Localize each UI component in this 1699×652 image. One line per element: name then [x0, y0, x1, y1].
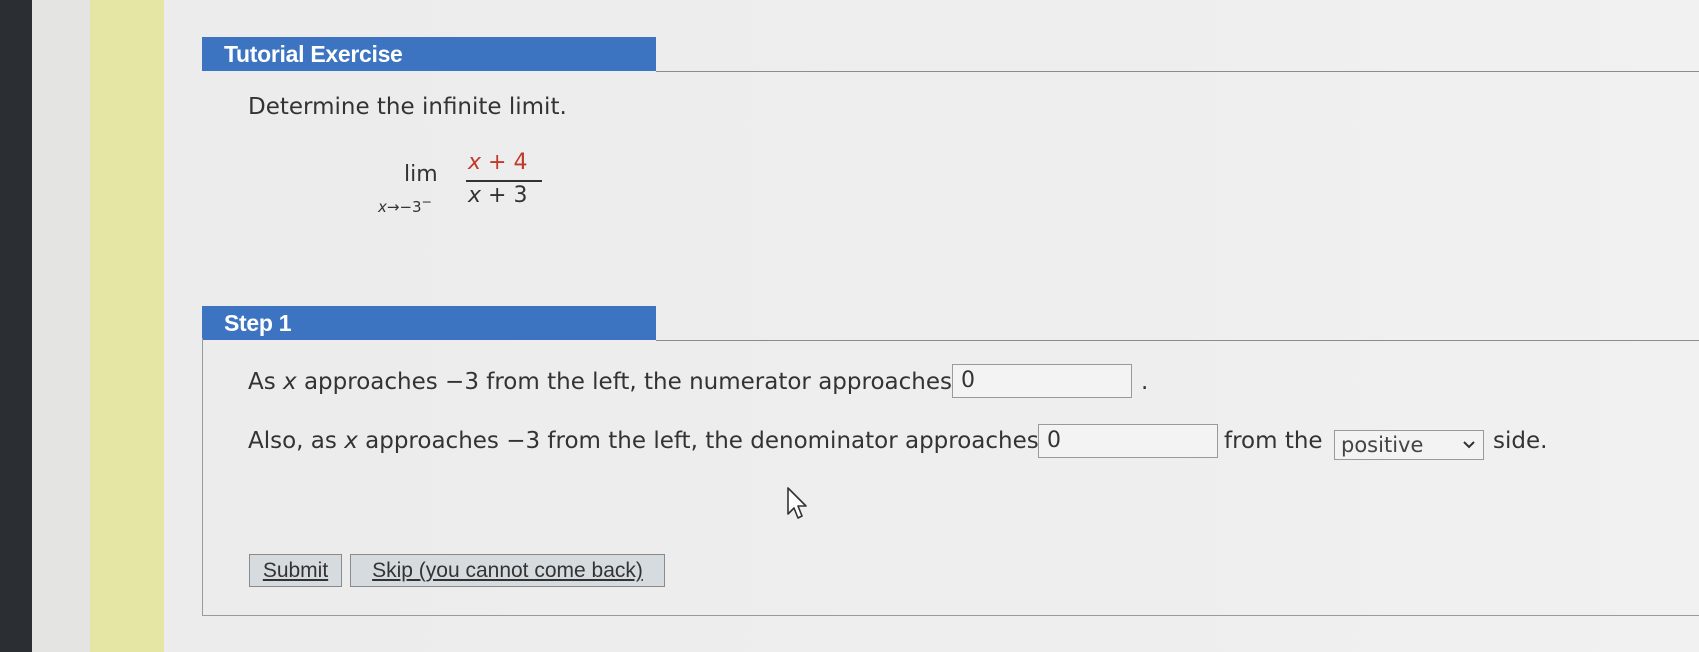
submit-button[interactable]: Submit: [249, 554, 342, 587]
fraction-numerator: x + 4: [468, 150, 528, 175]
left-gray-strip: [32, 0, 90, 652]
lim-subscript: x→−3−: [378, 194, 433, 216]
fraction-denominator: x + 3: [468, 183, 528, 208]
step1-header: Step 1: [202, 306, 656, 340]
line2-from-the: from the: [1224, 428, 1323, 454]
side-select[interactable]: positive: [1334, 430, 1484, 460]
chevron-down-icon: [1461, 431, 1477, 468]
fraction-bar: [466, 180, 542, 182]
tutorial-exercise-title: Tutorial Exercise: [224, 41, 403, 67]
step1-line1-text: As x approaches −3 from the left, the nu…: [248, 369, 952, 395]
line1-period: .: [1141, 369, 1149, 395]
header-rule: [656, 71, 1699, 72]
lim-operator: lim: [404, 162, 438, 187]
denominator-answer-input[interactable]: 0: [1038, 424, 1218, 458]
numerator-answer-input[interactable]: 0: [952, 364, 1132, 398]
left-yellow-strip: [90, 0, 164, 652]
line2-side: side.: [1493, 428, 1548, 454]
side-select-value: positive: [1341, 433, 1424, 457]
mouse-cursor-icon: [786, 486, 810, 527]
step1-title: Step 1: [224, 310, 292, 336]
skip-button[interactable]: Skip (you cannot come back): [350, 554, 665, 587]
step1-line2-text: Also, as x approaches −3 from the left, …: [248, 428, 1039, 454]
left-dark-edge: [0, 0, 32, 652]
limit-expression: lim x→−3− x + 4 x + 3: [378, 150, 558, 220]
exercise-prompt: Determine the infinite limit.: [248, 94, 567, 120]
tutorial-exercise-header: Tutorial Exercise: [202, 37, 656, 71]
